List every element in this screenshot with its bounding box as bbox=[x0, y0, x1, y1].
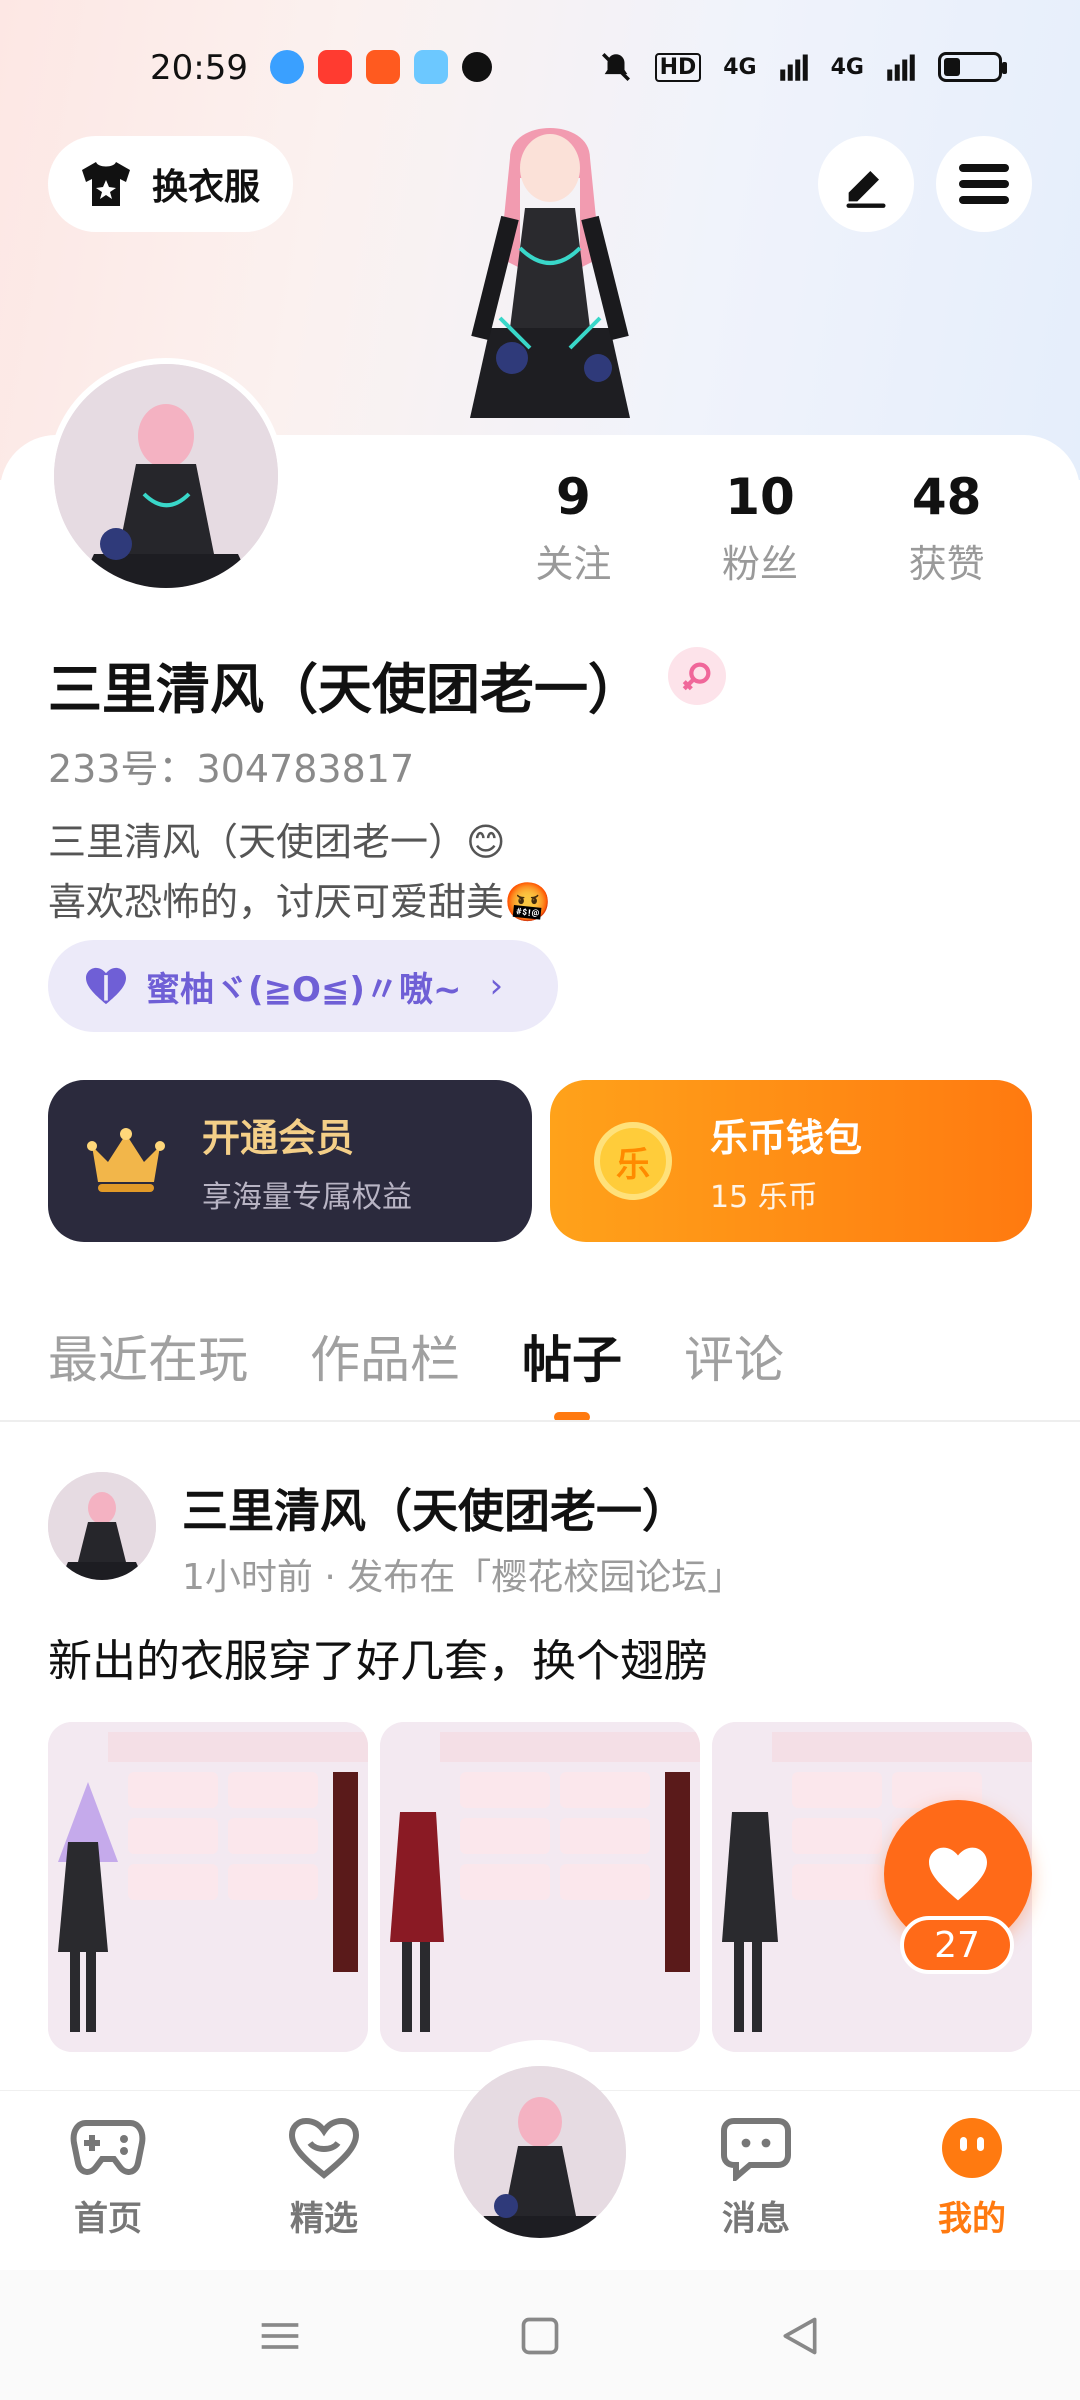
wallet-title: 乐币钱包 bbox=[710, 1115, 863, 1160]
edit-profile-button[interactable] bbox=[818, 136, 914, 232]
post-image[interactable] bbox=[48, 1722, 368, 2052]
chevron-right-icon: › bbox=[489, 966, 504, 1006]
app-notification-icon bbox=[270, 50, 304, 84]
profile-avatar[interactable] bbox=[48, 358, 284, 594]
female-icon bbox=[668, 647, 726, 705]
post-author-name[interactable]: 三里清风（天使团老一） bbox=[182, 1475, 688, 1541]
nav-center-avatar[interactable] bbox=[454, 2066, 626, 2238]
profile-face-icon bbox=[942, 2118, 1002, 2178]
signal-label-1: 4G bbox=[723, 54, 757, 80]
nav-label: 消息 bbox=[722, 2199, 790, 2239]
status-indicators: HD 4G 4G bbox=[599, 50, 1007, 84]
post-image[interactable] bbox=[380, 1722, 700, 2052]
avatar-image bbox=[48, 1472, 156, 1580]
change-outfit-label: 换衣服 bbox=[152, 167, 261, 208]
following-label: 关注 bbox=[535, 542, 612, 586]
profile-tabs: 最近在玩 作品栏 帖子 评论 bbox=[48, 1320, 846, 1422]
coin-wallet-card[interactable]: 乐 乐币钱包 15 乐币 bbox=[550, 1080, 1032, 1242]
profile-bio: 三里清风（天使团老一）😊 喜欢恐怖的，讨厌可爱甜美🤬 bbox=[48, 812, 551, 932]
status-time: 20:59 bbox=[150, 48, 248, 88]
coin-icon: 乐 bbox=[594, 1122, 672, 1200]
crown-icon bbox=[87, 1128, 165, 1192]
nav-label: 首页 bbox=[74, 2199, 142, 2239]
avatar-image bbox=[54, 364, 278, 588]
gamepad-icon bbox=[70, 2120, 146, 2175]
tab-works[interactable]: 作品栏 bbox=[310, 1320, 460, 1392]
vip-membership-card[interactable]: 开通会员 享海量专属权益 bbox=[48, 1080, 532, 1242]
likes-label: 获赞 bbox=[908, 542, 985, 586]
vip-title: 开通会员 bbox=[202, 1115, 355, 1160]
recent-apps-icon[interactable] bbox=[258, 2314, 302, 2358]
status-app-icons bbox=[270, 50, 492, 84]
nav-label: 我的 bbox=[938, 2199, 1006, 2239]
mute-icon bbox=[601, 52, 630, 82]
vip-subtitle: 享海量专属权益 bbox=[202, 1179, 412, 1215]
hd-label: HD bbox=[654, 52, 702, 82]
nav-messages[interactable]: 消息 bbox=[686, 2115, 826, 2240]
back-icon[interactable] bbox=[778, 2314, 822, 2358]
following-count: 9 bbox=[555, 468, 591, 526]
status-bar: 20:59 HD 4G 4G bbox=[0, 40, 1080, 100]
heart-icon bbox=[929, 1847, 987, 1901]
honey-tag-button[interactable]: 蜜柚ヾ(≧O≦)〃嗷~ › bbox=[48, 940, 558, 1032]
nav-home[interactable]: 首页 bbox=[38, 2115, 178, 2240]
post-meta: 1小时前 · 发布在「樱花校园论坛」 bbox=[182, 1557, 744, 1598]
bio-line: 喜欢恐怖的，讨厌可爱甜美🤬 bbox=[48, 880, 552, 924]
wechat-icon bbox=[462, 52, 492, 82]
nav-featured[interactable]: 精选 bbox=[254, 2115, 394, 2240]
avatar-image bbox=[454, 2066, 626, 2238]
nav-label: 精选 bbox=[290, 2199, 358, 2239]
character-figure bbox=[470, 128, 630, 418]
app-notification-icon bbox=[318, 50, 352, 84]
tab-comments[interactable]: 评论 bbox=[684, 1320, 784, 1392]
app-notification-icon bbox=[366, 50, 400, 84]
profile-nickname: 三里清风（天使团老一） bbox=[48, 658, 642, 721]
signal-label-2: 4G bbox=[830, 54, 864, 80]
honey-tag-label: 蜜柚ヾ(≧O≦)〃嗷~ bbox=[146, 969, 462, 1010]
divider bbox=[0, 1420, 1080, 1422]
followers-count: 10 bbox=[725, 468, 795, 526]
user-id: 233号：304783817 bbox=[48, 747, 415, 791]
menu-button[interactable] bbox=[936, 136, 1032, 232]
tab-posts[interactable]: 帖子 bbox=[522, 1320, 622, 1422]
home-icon[interactable] bbox=[518, 2314, 562, 2358]
tab-posts-label: 帖子 bbox=[522, 1331, 622, 1389]
battery-level bbox=[944, 58, 960, 76]
system-navigation-bar bbox=[0, 2270, 1080, 2400]
nav-me[interactable]: 我的 bbox=[902, 2115, 1042, 2240]
tab-recently-played[interactable]: 最近在玩 bbox=[48, 1320, 248, 1392]
edit-icon bbox=[846, 171, 886, 208]
like-count: 27 bbox=[900, 1916, 1014, 1974]
stat-following[interactable]: 9 关注 bbox=[480, 470, 667, 588]
message-icon bbox=[721, 2118, 791, 2184]
change-outfit-button[interactable]: 换衣服 bbox=[48, 136, 293, 232]
signal-icon bbox=[779, 54, 808, 81]
post-author-avatar[interactable] bbox=[48, 1472, 156, 1580]
bio-line: 三里清风（天使团老一）😊 bbox=[48, 820, 506, 864]
profile-stats: 9 关注 10 粉丝 48 获赞 bbox=[480, 470, 1040, 588]
shirt-icon bbox=[82, 162, 130, 206]
followers-label: 粉丝 bbox=[722, 542, 799, 586]
likes-count: 48 bbox=[911, 468, 982, 526]
post-content[interactable]: 新出的衣服穿了好几套，换个翅膀 bbox=[48, 1625, 708, 1689]
menu-icon bbox=[959, 164, 1009, 204]
stat-likes[interactable]: 48 获赞 bbox=[853, 470, 1040, 588]
stat-followers[interactable]: 10 粉丝 bbox=[667, 470, 854, 588]
wallet-balance: 15 乐币 bbox=[710, 1179, 818, 1215]
signal-icon bbox=[887, 54, 915, 81]
heart-icon bbox=[86, 967, 126, 1005]
heart-outline-icon bbox=[288, 2117, 360, 2179]
battery-icon bbox=[938, 52, 1007, 82]
app-notification-icon bbox=[414, 50, 448, 84]
